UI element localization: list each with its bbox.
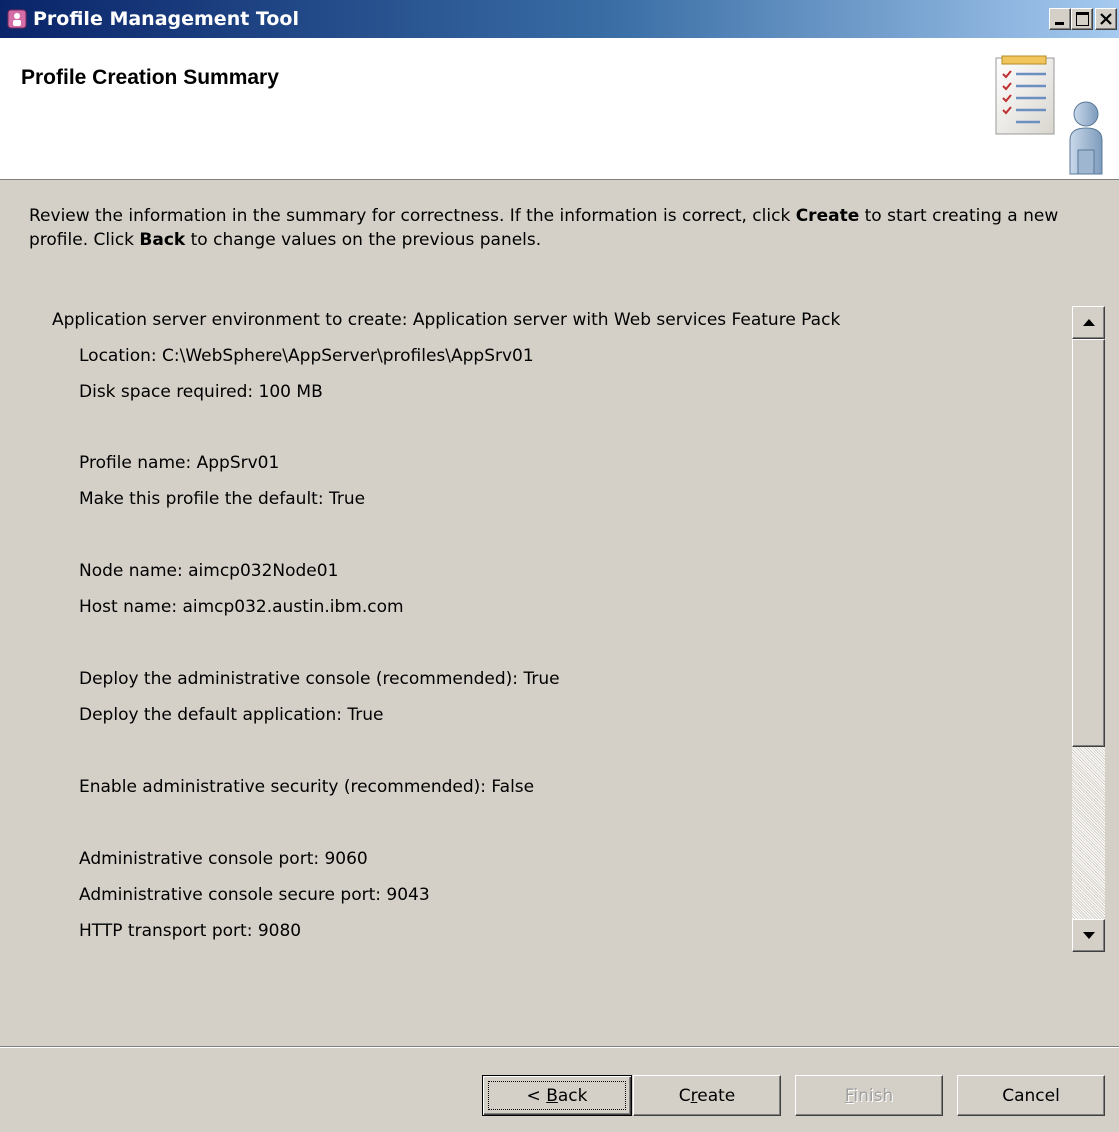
instructions-text: Review the information in the summary fo… bbox=[29, 204, 1089, 252]
finish-button[interactable]: Finish bbox=[795, 1075, 943, 1116]
summary-host-name: Host name: aimcp032.austin.ibm.com bbox=[79, 597, 404, 617]
scroll-up-button[interactable] bbox=[1072, 306, 1105, 339]
summary-disk-space: Disk space required: 100 MB bbox=[79, 382, 323, 402]
summary-node-name: Node name: aimcp032Node01 bbox=[79, 561, 339, 581]
summary-console-secure-port: Administrative console secure port: 9043 bbox=[79, 885, 430, 905]
summary-deploy-default-app: Deploy the default application: True bbox=[79, 705, 384, 725]
page-title: Profile Creation Summary bbox=[21, 66, 279, 89]
create-rest: eate bbox=[697, 1085, 736, 1106]
close-icon bbox=[1100, 13, 1112, 25]
window-title: Profile Management Tool bbox=[33, 8, 299, 30]
instructions-part: Review the information in the summary fo… bbox=[29, 206, 796, 226]
summary-environment: Application server environment to create… bbox=[52, 310, 841, 330]
scroll-down-button[interactable] bbox=[1072, 919, 1105, 952]
finish-rest: inish bbox=[853, 1085, 894, 1106]
summary-http-port: HTTP transport port: 9080 bbox=[79, 921, 302, 941]
close-button[interactable] bbox=[1095, 8, 1117, 30]
scroll-thumb[interactable] bbox=[1072, 339, 1105, 747]
title-bar[interactable]: Profile Management Tool bbox=[0, 0, 1119, 38]
back-button[interactable]: < Back bbox=[482, 1075, 632, 1116]
cancel-button[interactable]: Cancel bbox=[957, 1075, 1105, 1116]
instructions-back-word: Back bbox=[139, 230, 186, 250]
summary-location: Location: C:\WebSphere\AppServer\profile… bbox=[79, 346, 534, 366]
create-button[interactable]: Create bbox=[633, 1075, 781, 1116]
summary-deploy-console: Deploy the administrative console (recom… bbox=[79, 669, 560, 689]
summary-make-default: Make this profile the default: True bbox=[79, 489, 366, 509]
summary-scrollbar[interactable] bbox=[1072, 306, 1105, 952]
summary-console-port: Administrative console port: 9060 bbox=[79, 849, 368, 869]
summary-panel[interactable]: Application server environment to create… bbox=[52, 306, 1072, 952]
focus-rect bbox=[488, 1081, 626, 1110]
arrow-up-icon bbox=[1083, 319, 1095, 326]
minimize-button[interactable] bbox=[1049, 8, 1071, 30]
instructions-part: to change values on the previous panels. bbox=[185, 230, 542, 250]
maximize-button[interactable] bbox=[1071, 8, 1093, 30]
create-first: C bbox=[678, 1085, 691, 1106]
instructions-create-word: Create bbox=[795, 206, 860, 226]
header-banner: Profile Creation Summary bbox=[0, 38, 1119, 180]
profile-tool-icon bbox=[7, 9, 27, 29]
arrow-down-icon bbox=[1083, 932, 1095, 939]
summary-profile-name: Profile name: AppSrv01 bbox=[79, 453, 280, 473]
summary-admin-security: Enable administrative security (recommen… bbox=[79, 777, 535, 797]
footer-separator bbox=[0, 1046, 1119, 1048]
checklist-person-icon bbox=[990, 54, 1115, 178]
